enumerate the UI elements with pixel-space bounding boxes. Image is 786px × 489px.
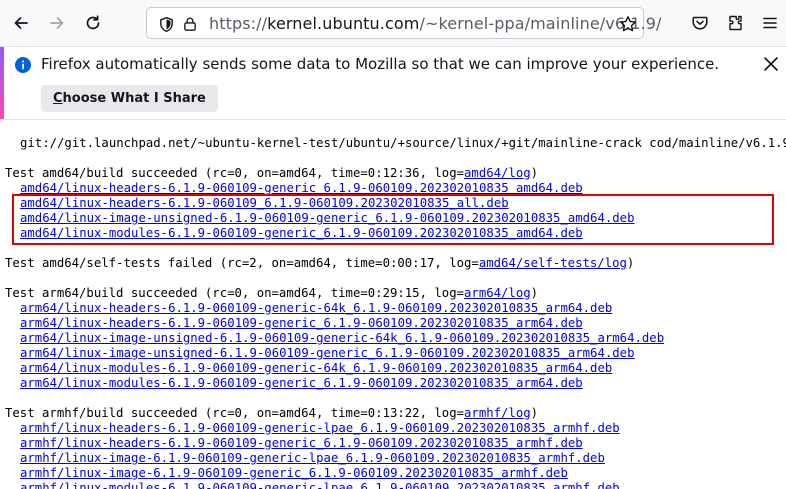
amd64-file-link[interactable]: amd64/linux-modules-6.1.9-060109-generic… [20, 226, 583, 240]
amd64-build-status: Test amd64/build succeeded (rc=0, on=amd… [5, 166, 538, 181]
reload-button[interactable] [79, 9, 107, 37]
armhf-build-suffix: ) [530, 406, 539, 420]
navigation-toolbar: https://kernel.ubuntu.com/~kernel-ppa/ma… [0, 0, 786, 47]
info-icon [15, 57, 31, 73]
reload-icon [86, 15, 100, 30]
amd64-selftests-status: Test amd64/self-tests failed (rc=2, on=a… [5, 256, 634, 271]
arm64-build-log-link[interactable]: arm64/log [464, 286, 531, 300]
amd64-file-link[interactable]: amd64/linux-image-unsigned-6.1.9-060109-… [20, 211, 634, 225]
arm64-build-status: Test arm64/build succeeded (rc=0, on=amd… [5, 286, 538, 301]
amd64-file-link[interactable]: amd64/linux-headers-6.1.9-060109-generic… [20, 181, 583, 195]
page-content: git://git.launchpad.net/~ubuntu-kernel-t… [0, 120, 786, 489]
armhf-file-link[interactable]: armhf/linux-image-6.1.9-060109-generic_6… [20, 466, 568, 480]
app-menu-button[interactable] [756, 9, 784, 37]
shield-icon[interactable] [157, 15, 175, 33]
menu-icon [763, 17, 777, 29]
amd64-build-log-link[interactable]: amd64/log [464, 166, 531, 180]
extensions-icon [729, 15, 742, 31]
arm64-build-suffix: ) [530, 286, 539, 300]
arm64-file-link[interactable]: arm64/linux-headers-6.1.9-060109-generic… [20, 301, 612, 315]
pocket-button[interactable] [686, 9, 714, 37]
armhf-file-link[interactable]: armhf/linux-modules-6.1.9-060109-generic… [20, 481, 620, 489]
arm64-file-link[interactable]: arm64/linux-image-unsigned-6.1.9-060109-… [20, 346, 634, 360]
url-scheme: https:// [209, 14, 268, 33]
amd64-selftests-suffix: ) [626, 256, 635, 270]
notification-message: Firefox automatically sends some data to… [41, 55, 720, 73]
amd64-build-suffix: ) [530, 166, 539, 180]
lock-icon[interactable] [181, 15, 199, 33]
forward-button[interactable] [43, 9, 71, 37]
notification-accent-stripe [0, 47, 4, 119]
arm64-file-link[interactable]: arm64/linux-image-unsigned-6.1.9-060109-… [20, 331, 664, 345]
bookmark-star-icon[interactable] [619, 15, 637, 33]
data-collection-notification: Firefox automatically sends some data to… [0, 47, 786, 120]
address-bar[interactable]: https://kernel.ubuntu.com/~kernel-ppa/ma… [146, 7, 661, 39]
amd64-build-text: Test amd64/build succeeded (rc=0, on=amd… [5, 166, 465, 180]
back-button[interactable] [7, 9, 35, 37]
armhf-build-status: Test armhf/build succeeded (rc=0, on=amd… [5, 406, 538, 421]
url-text[interactable]: https://kernel.ubuntu.com/~kernel-ppa/ma… [209, 14, 662, 33]
armhf-build-log-link[interactable]: armhf/log [464, 406, 531, 420]
arm64-build-text: Test arm64/build succeeded (rc=0, on=amd… [5, 286, 465, 300]
forward-arrow-icon [50, 17, 64, 29]
armhf-file-link[interactable]: armhf/linux-image-6.1.9-060109-generic-l… [20, 451, 605, 465]
url-host: kernel.ubuntu.com [267, 14, 420, 33]
arm64-file-link[interactable]: arm64/linux-modules-6.1.9-060109-generic… [20, 361, 612, 375]
choose-what-i-share-button[interactable]: Choose What I Share [41, 85, 218, 112]
armhf-file-link[interactable]: armhf/linux-headers-6.1.9-060109-generic… [20, 436, 583, 450]
button-label-rest: hoose What I Share [62, 91, 206, 106]
button-access-key: C [53, 91, 63, 106]
close-icon[interactable] [761, 54, 781, 74]
amd64-selftests-text: Test amd64/self-tests failed (rc=2, on=a… [5, 256, 479, 270]
amd64-file-link[interactable]: amd64/linux-headers-6.1.9-060109_6.1.9-0… [20, 196, 509, 210]
arm64-file-link[interactable]: arm64/linux-headers-6.1.9-060109-generic… [20, 316, 583, 330]
amd64-selftests-log-link[interactable]: amd64/self-tests/log [479, 256, 627, 270]
git-source-line: git://git.launchpad.net/~ubuntu-kernel-t… [20, 136, 786, 150]
armhf-build-text: Test armhf/build succeeded (rc=0, on=amd… [5, 406, 465, 420]
back-arrow-icon [14, 17, 28, 29]
arm64-file-link[interactable]: arm64/linux-modules-6.1.9-060109-generic… [20, 376, 583, 390]
armhf-file-link[interactable]: armhf/linux-headers-6.1.9-060109-generic… [20, 421, 620, 435]
extensions-button[interactable] [722, 9, 750, 37]
pocket-icon [692, 16, 708, 30]
